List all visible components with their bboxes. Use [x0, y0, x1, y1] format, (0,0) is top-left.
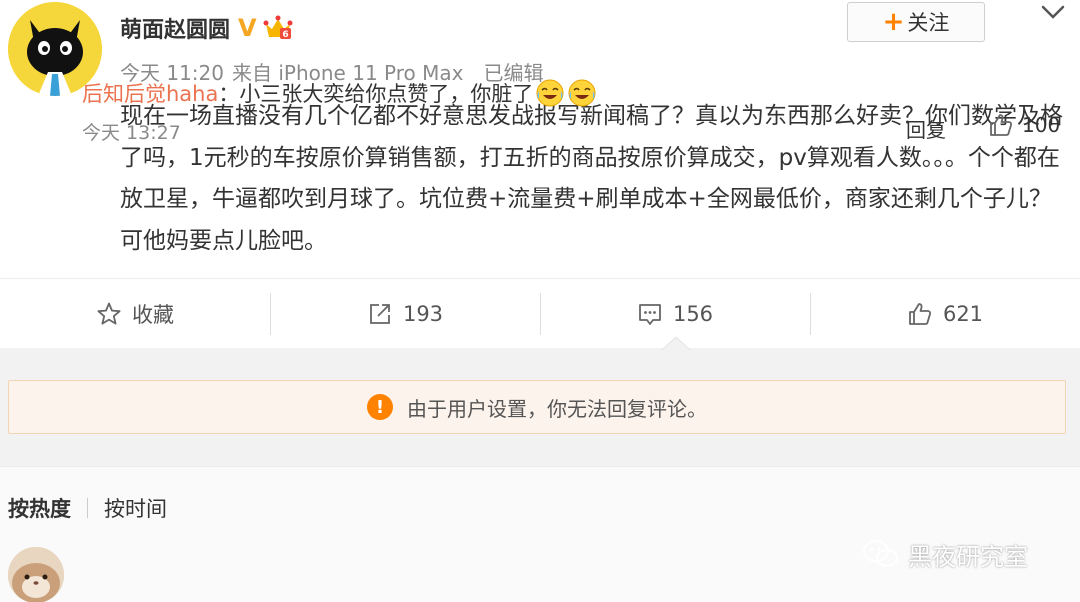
author-name-row: 萌面赵圆圆 V 6	[120, 12, 293, 44]
hamster-avatar-icon	[8, 547, 64, 602]
thumbs-up-icon	[909, 302, 931, 325]
comment-count: 156	[672, 301, 714, 326]
laugh-cry-emoji	[536, 79, 564, 107]
thumbs-up-icon	[990, 114, 1013, 136]
repost-icon	[370, 303, 390, 324]
star-icon	[97, 302, 121, 324]
like-count: 621	[942, 301, 984, 326]
verified-badge-icon: V	[238, 14, 257, 42]
comment-reply-button[interactable]: 回复	[906, 114, 946, 143]
chevron-down-icon[interactable]	[1040, 2, 1066, 22]
comment-sort-tabs: 按热度 按时间	[8, 493, 167, 523]
notice-text: 由于用户设置，你无法回复评论。	[407, 396, 707, 421]
comment-icon	[639, 303, 661, 325]
comment-time: 今天 13:27	[82, 121, 181, 144]
post-action-bar: 收藏 193 156 621	[0, 278, 1080, 348]
like-button[interactable]: 621	[810, 279, 1080, 348]
comment-body: 后知后觉haha ：小三张大奕给你点赞了，你脏了	[82, 76, 597, 110]
sort-by-time-tab[interactable]: 按时间	[104, 493, 167, 523]
repost-count: 193	[402, 301, 444, 326]
comment-like-button[interactable]: 100	[988, 112, 1060, 138]
sort-divider	[87, 498, 88, 518]
comment-text: ：小三张大奕给你点赞了，你脏了	[218, 82, 534, 106]
wechat-watermark: 黑夜研究室	[862, 536, 1028, 572]
commenter-avatar[interactable]	[8, 547, 64, 602]
reply-disabled-notice: ! 由于用户设置，你无法回复评论。	[8, 380, 1066, 434]
author-name[interactable]: 萌面赵圆圆	[120, 12, 230, 44]
favorite-label: 收藏	[132, 302, 174, 327]
warning-icon: !	[367, 394, 393, 420]
wechat-icon	[863, 540, 898, 567]
svg-text:6: 6	[282, 30, 288, 40]
laugh-cry-emoji	[568, 79, 596, 107]
comment-list: 按热度 按时间	[0, 466, 1080, 602]
repost-button[interactable]: 193	[270, 279, 540, 348]
watermark-text: 黑夜研究室	[908, 542, 1028, 571]
plus-icon: +	[882, 7, 905, 37]
follow-label: 关注	[907, 11, 950, 35]
comment-username[interactable]: 后知后觉haha	[82, 78, 218, 108]
sort-by-hot-tab[interactable]: 按热度	[8, 493, 71, 523]
follow-button[interactable]: + 关注	[847, 2, 985, 42]
favorite-button[interactable]: 收藏	[0, 279, 270, 348]
comment-like-count: 100	[1022, 113, 1061, 137]
active-tab-caret-icon	[662, 337, 690, 350]
vip-crown-icon: 6	[263, 15, 293, 40]
